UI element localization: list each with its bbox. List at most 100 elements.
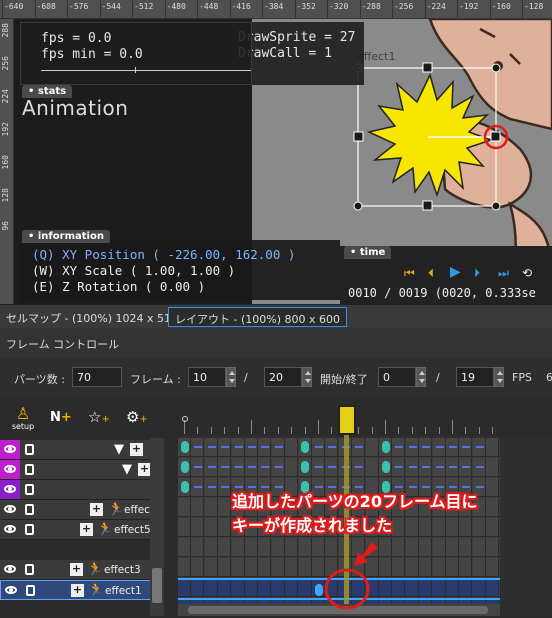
add-child-icon[interactable]: + [130, 443, 143, 456]
timeline-cell[interactable] [272, 580, 285, 598]
timeline-cell[interactable] [191, 558, 205, 576]
timeline-cell[interactable] [486, 538, 500, 556]
new-part-icon[interactable]: N+ [50, 410, 72, 425]
timeline-cell[interactable] [218, 538, 232, 556]
timeline-row[interactable] [178, 438, 500, 457]
keyframe[interactable] [180, 461, 189, 473]
timeline-cell[interactable] [178, 498, 191, 516]
timeline-cell[interactable] [218, 518, 232, 536]
information-tab[interactable]: • information [22, 230, 110, 243]
visibility-icon[interactable] [4, 565, 16, 573]
timeline-cell[interactable] [218, 558, 232, 576]
end-frame-field[interactable]: 19 [456, 367, 494, 387]
timeline-cell[interactable] [365, 438, 379, 456]
timeline-cell[interactable] [191, 498, 205, 516]
timeline-cell[interactable] [205, 580, 218, 598]
add-child-icon[interactable]: + [71, 584, 84, 597]
timeline-cell[interactable] [231, 558, 245, 576]
timeline-cell[interactable] [232, 580, 245, 598]
scroll-thumb[interactable] [152, 568, 162, 603]
timeline-cell[interactable] [258, 538, 272, 556]
timeline-cell[interactable] [432, 538, 446, 556]
layer-row[interactable] [0, 480, 160, 500]
start-frame-stepper[interactable] [416, 367, 426, 387]
visibility-icon[interactable] [4, 445, 16, 453]
lock-icon[interactable] [25, 464, 34, 475]
timeline-cell[interactable] [486, 518, 500, 536]
timeline-cell[interactable] [178, 518, 191, 536]
timeline-cell[interactable] [473, 580, 486, 598]
timeline-cell[interactable] [299, 580, 312, 598]
current-frame-field[interactable]: 10 [188, 367, 226, 387]
timeline-cell[interactable] [285, 538, 299, 556]
timeline-cell[interactable] [178, 558, 191, 576]
timeline-ruler[interactable] [178, 398, 552, 436]
parts-count-field[interactable]: 70 [72, 367, 122, 387]
timeline-cell[interactable] [204, 558, 218, 576]
lock-icon[interactable] [25, 564, 34, 575]
next-frame-icon[interactable]: ⏵ [474, 266, 480, 281]
timeline-cell[interactable] [365, 458, 379, 476]
timeline-cell[interactable] [419, 518, 433, 536]
timeline-cell[interactable] [405, 538, 419, 556]
timeline-cell[interactable] [298, 538, 312, 556]
timeline-cell[interactable] [191, 580, 205, 598]
timeline-cell[interactable] [191, 518, 205, 536]
tab-cellmap[interactable]: セルマップ - (100%) 1024 x 512 [0, 307, 184, 327]
add-child-icon[interactable]: + [70, 563, 83, 576]
prev-frame-icon[interactable]: ⏴ [428, 266, 434, 281]
timeline-cell[interactable] [312, 538, 325, 556]
timeline-cell[interactable] [258, 558, 272, 576]
layer-row-selected[interactable]: + 🏃 effect1 [0, 580, 160, 600]
timeline-cell[interactable] [405, 558, 419, 576]
timeline-cell[interactable] [405, 518, 419, 536]
timeline-cell[interactable] [178, 580, 191, 598]
timeline-cell[interactable] [486, 498, 500, 516]
add-effect-icon[interactable]: ⚙+ [126, 408, 148, 426]
keyframe[interactable] [180, 481, 189, 493]
current-frame-stepper[interactable] [226, 367, 236, 387]
timeline-cell[interactable] [285, 458, 299, 476]
expand-icon[interactable]: ▼ [122, 462, 132, 477]
timeline-row[interactable] [178, 538, 500, 557]
timeline-cell[interactable] [245, 558, 258, 576]
timeline-row[interactable] [178, 458, 500, 477]
timeline-cell[interactable] [446, 558, 459, 576]
keyframe[interactable] [301, 441, 310, 453]
lock-icon[interactable] [25, 444, 34, 455]
timeline-cell[interactable] [406, 580, 419, 598]
keyframe[interactable] [180, 441, 189, 453]
timeline-cell[interactable] [204, 498, 218, 516]
timeline-cell[interactable] [459, 580, 473, 598]
playhead-handle[interactable] [338, 405, 356, 435]
lock-icon[interactable] [25, 504, 34, 515]
timeline-cell[interactable] [231, 538, 245, 556]
timeline-cell[interactable] [472, 558, 486, 576]
layer-scrollbar[interactable] [150, 438, 164, 616]
timeline-cell[interactable] [245, 580, 258, 598]
setup-button[interactable]: ♙ setup [8, 406, 38, 434]
timeline-cell[interactable] [191, 538, 205, 556]
timeline-cell[interactable] [218, 498, 232, 516]
timeline-cell[interactable] [204, 538, 218, 556]
timeline-cell[interactable] [419, 580, 433, 598]
layer-row[interactable]: + 🏃 effect5 [0, 520, 160, 540]
timeline-cell[interactable] [459, 518, 473, 536]
timeline-cell[interactable] [392, 558, 406, 576]
visibility-icon[interactable] [4, 505, 16, 513]
lock-icon[interactable] [25, 524, 34, 535]
visibility-icon[interactable] [4, 525, 16, 533]
timeline-cell[interactable] [271, 558, 285, 576]
layer-row[interactable]: + 🏃 effect3 [0, 560, 160, 580]
timeline-cell[interactable] [432, 558, 446, 576]
timeline-cell[interactable] [258, 580, 272, 598]
timeline-cell[interactable] [392, 538, 406, 556]
lock-icon[interactable] [25, 484, 34, 495]
time-tab[interactable]: • time [344, 246, 392, 259]
end-frame-stepper[interactable] [494, 367, 504, 387]
layer-row[interactable]: ▼ + [0, 440, 160, 460]
timeline-cell[interactable] [218, 580, 232, 598]
timeline-cell[interactable] [285, 580, 299, 598]
timeline-cell[interactable] [486, 558, 500, 576]
visibility-icon[interactable] [4, 485, 16, 493]
